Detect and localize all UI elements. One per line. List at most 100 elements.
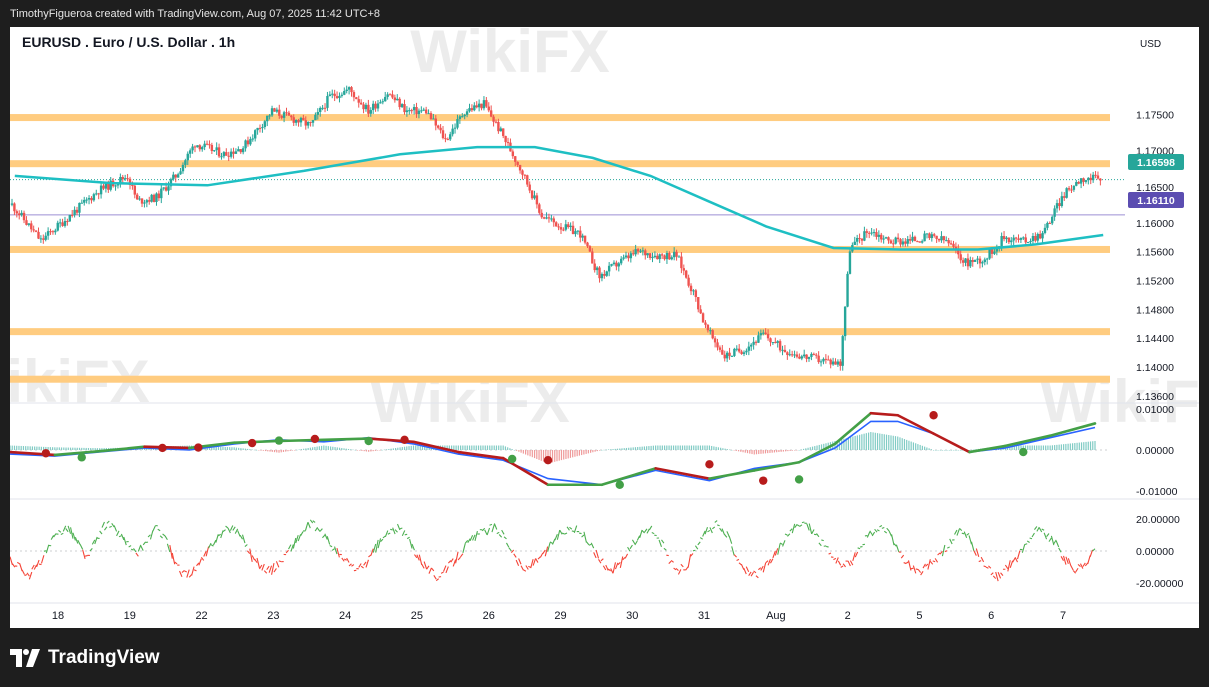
candle-down xyxy=(1014,237,1018,239)
candle-up xyxy=(449,134,452,140)
macd-histogram-bar xyxy=(628,447,630,450)
oscillator-segment xyxy=(384,530,389,537)
oscillator-segment xyxy=(24,574,28,577)
candle-down xyxy=(273,108,276,112)
oscillator-segment xyxy=(288,544,292,550)
oscillator-segment xyxy=(394,529,398,533)
macd-histogram-bar xyxy=(614,448,616,450)
candle-down xyxy=(1002,236,1006,240)
candle-down xyxy=(225,152,228,156)
oscillator-segment xyxy=(694,545,699,550)
macd-histogram-bar xyxy=(630,447,632,450)
candle-up xyxy=(220,156,223,158)
macd-histogram-bar xyxy=(65,447,67,450)
oscillator-axis-tick: 0.00000 xyxy=(1136,546,1174,558)
oscillator-segment xyxy=(627,546,631,552)
candle-down xyxy=(489,110,493,117)
candle-down xyxy=(786,352,789,355)
oscillator-segment xyxy=(40,555,45,564)
macd-histogram-bar xyxy=(60,447,63,450)
candle-up xyxy=(1051,216,1054,224)
candle-up xyxy=(976,258,979,260)
candle-down xyxy=(487,106,490,111)
macd-histogram-bar xyxy=(10,445,11,450)
candle-up xyxy=(244,140,247,149)
oscillator-segment xyxy=(891,534,895,546)
oscillator-segment xyxy=(966,533,970,536)
oscillator-segment xyxy=(346,557,350,563)
oscillator-segment xyxy=(879,525,883,528)
price-axis-tick: 1.15600 xyxy=(1136,247,1174,259)
macd-histogram-bar xyxy=(816,445,818,450)
macd-histogram-bar xyxy=(368,450,370,452)
oscillator-segment xyxy=(72,532,76,541)
macd-histogram-bar xyxy=(706,445,708,450)
oscillator-segment xyxy=(166,543,171,553)
oscillator-segment xyxy=(193,569,197,572)
oscillator-segment xyxy=(579,532,582,535)
oscillator-segment xyxy=(268,565,273,573)
macd-histogram-bar xyxy=(531,450,533,458)
candle-down xyxy=(880,234,883,240)
macd-histogram-bar xyxy=(867,432,870,450)
candle-down xyxy=(292,117,295,123)
macd-histogram-bar xyxy=(655,445,657,450)
macd-histogram-bar xyxy=(587,450,589,454)
candle-up xyxy=(733,348,736,356)
candle-up xyxy=(249,139,252,145)
candle-down xyxy=(798,356,801,359)
oscillator-segment xyxy=(462,543,466,553)
candle-down xyxy=(716,342,719,348)
candle-up xyxy=(381,101,385,103)
macd-histogram-bar xyxy=(650,445,652,450)
oscillator-segment xyxy=(135,552,139,557)
macd-histogram-bar xyxy=(318,446,320,450)
macd-histogram-bar xyxy=(693,445,695,450)
macd-histogram-bar xyxy=(603,449,605,451)
chart-svg[interactable]: WikiFXWikiFXWikiFXWikiFX 1.175001.170001… xyxy=(10,27,1199,628)
candle-down xyxy=(538,204,541,213)
oscillator-segment xyxy=(963,531,968,539)
candle-down xyxy=(227,155,230,157)
oscillator-segment xyxy=(765,560,769,564)
candle-up xyxy=(771,342,775,344)
macd-histogram-bar xyxy=(464,445,466,450)
candle-up xyxy=(622,257,625,259)
oscillator-panel xyxy=(10,519,1110,582)
candle-down xyxy=(157,193,161,199)
candle-up xyxy=(843,306,847,337)
macd-cross-up-marker xyxy=(77,453,86,462)
oscillator-segment xyxy=(1009,560,1014,569)
candle-down xyxy=(415,107,418,115)
candle-down xyxy=(913,236,917,242)
macd-histogram-bar xyxy=(370,450,372,452)
price-axis-tick: 1.16500 xyxy=(1136,182,1174,194)
macd-histogram-bar xyxy=(796,450,798,451)
macd-histogram-bar xyxy=(260,450,262,451)
macd-histogram-bar xyxy=(675,445,677,450)
candle-down xyxy=(287,112,291,116)
candle-up xyxy=(306,121,310,126)
macd-histogram-bar xyxy=(18,445,20,450)
macd-histogram-bar xyxy=(473,445,475,450)
candle-down xyxy=(198,145,202,150)
candle-up xyxy=(408,110,411,112)
oscillator-segment xyxy=(995,571,999,582)
oscillator-segment xyxy=(915,568,919,571)
candle-up xyxy=(863,231,866,241)
candle-down xyxy=(148,200,151,202)
macd-histogram-bar xyxy=(742,450,744,453)
macd-histogram-bar xyxy=(565,450,567,459)
candle-down xyxy=(889,240,893,244)
chart-area[interactable]: WikiFXWikiFXWikiFXWikiFX 1.175001.170001… xyxy=(10,27,1199,628)
candle-up xyxy=(186,153,189,161)
candle-down xyxy=(740,351,743,354)
oscillator-segment xyxy=(733,554,737,558)
macd-histogram-bar xyxy=(298,449,300,450)
oscillator-segment xyxy=(474,531,478,541)
candle-up xyxy=(653,255,657,258)
macd-histogram-bar xyxy=(865,433,867,450)
macd-histogram-bar xyxy=(11,445,13,450)
tradingview-logo[interactable]: TradingView xyxy=(10,646,160,670)
oscillator-segment xyxy=(528,565,531,568)
